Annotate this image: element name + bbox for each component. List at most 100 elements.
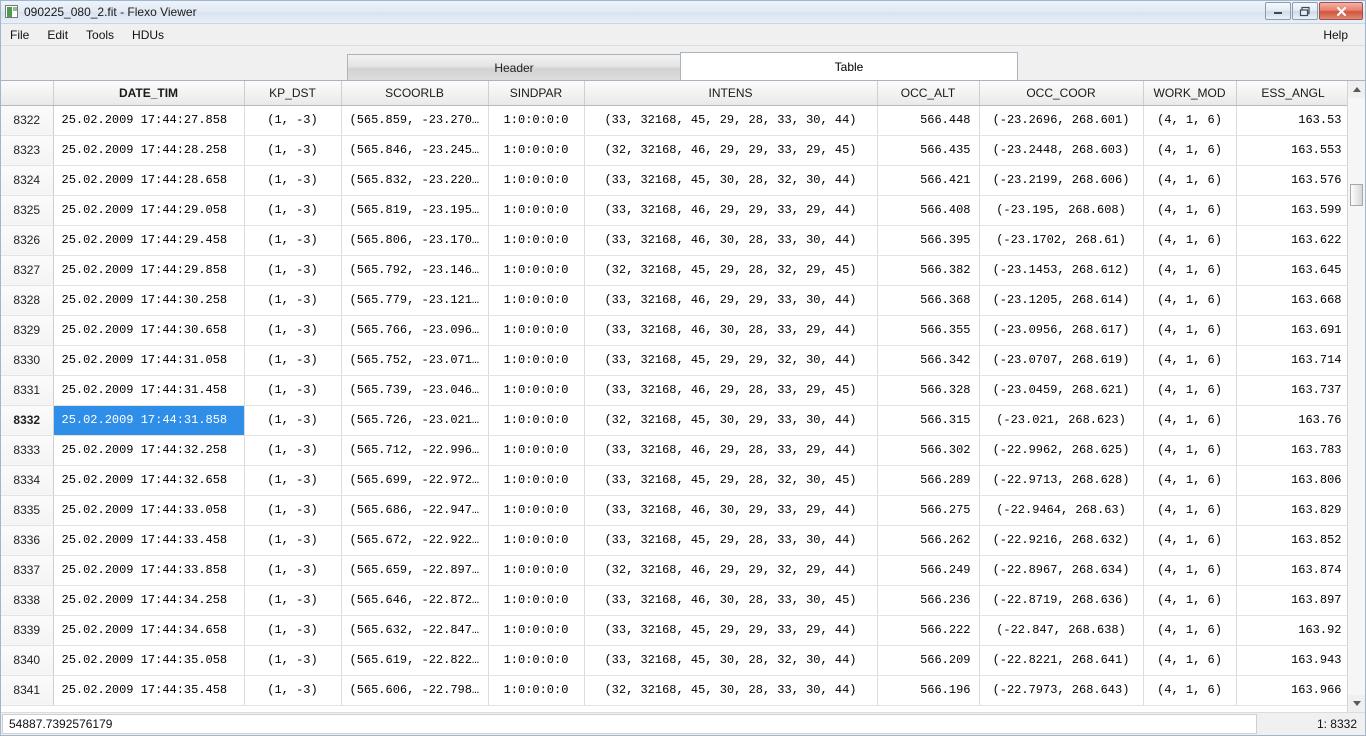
cell-occ_coor[interactable]: (-23.2696, 268.601) [979,105,1144,136]
cell-occ_alt[interactable]: 566.222 [877,615,980,646]
cell-ess_angl[interactable]: 163.829 [1236,495,1347,526]
cell-occ_alt[interactable]: 566.408 [877,195,980,226]
cell-occ_alt[interactable]: 566.262 [877,525,980,556]
cell-ess_angl[interactable]: 163.553 [1236,135,1347,166]
menu-item-help[interactable]: Help [1314,26,1357,44]
cell-scoorlb[interactable]: (565.806, -23.1709… [341,225,489,256]
column-header-rownum[interactable] [1,81,54,106]
row-number-cell[interactable]: 8327 [1,255,54,286]
cell-intens[interactable]: (33, 32168, 46, 30, 28, 33, 30, 44) [584,225,878,256]
cell-kp_dst[interactable]: (1, -3) [244,375,342,406]
cell-work_mod[interactable]: (4, 1, 6) [1143,555,1237,586]
cell-date_tim[interactable]: 25.02.2009 17:44:28.258 [53,135,245,166]
scrollbar-track[interactable] [1348,98,1365,695]
cell-kp_dst[interactable]: (1, -3) [244,165,342,196]
column-header-date_tim[interactable]: DATE_TIM [53,81,245,106]
cell-occ_coor[interactable]: (-22.847, 268.638) [979,615,1144,646]
cell-sindpar[interactable]: 1:0:0:0:0 [488,195,585,226]
cell-sindpar[interactable]: 1:0:0:0:0 [488,405,585,436]
cell-ess_angl[interactable]: 163.966 [1236,675,1347,706]
cell-work_mod[interactable]: (4, 1, 6) [1143,315,1237,346]
row-number-cell[interactable]: 8332 [1,405,54,436]
table-row[interactable]: 8340 25.02.2009 17:44:35.058 (1, -3) (565.6… [1,645,1347,676]
cell-work_mod[interactable]: (4, 1, 6) [1143,645,1237,676]
cell-date_tim[interactable]: 25.02.2009 17:44:27.858 [53,105,245,136]
cell-ess_angl[interactable]: 163.599 [1236,195,1347,226]
scrollbar-thumb[interactable] [1350,184,1363,206]
row-number-cell[interactable]: 8335 [1,495,54,526]
table-row[interactable]: 8337 25.02.2009 17:44:33.858 (1, -3) (565.6… [1,555,1347,586]
scroll-up-icon[interactable] [1348,81,1365,98]
row-number-cell[interactable]: 8330 [1,345,54,376]
cell-intens[interactable]: (33, 32168, 45, 29, 29, 33, 29, 44) [584,615,878,646]
cell-kp_dst[interactable]: (1, -3) [244,225,342,256]
table-row[interactable]: 8339 25.02.2009 17:44:34.658 (1, -3) (565.6… [1,615,1347,646]
cell-intens[interactable]: (33, 32168, 46, 30, 28, 33, 29, 44) [584,315,878,346]
cell-occ_alt[interactable]: 566.302 [877,435,980,466]
cell-date_tim[interactable]: 25.02.2009 17:44:34.658 [53,615,245,646]
cell-date_tim[interactable]: 25.02.2009 17:44:29.058 [53,195,245,226]
cell-sindpar[interactable]: 1:0:0:0:0 [488,105,585,136]
cell-sindpar[interactable]: 1:0:0:0:0 [488,435,585,466]
cell-occ_alt[interactable]: 566.289 [877,465,980,496]
table-row[interactable]: 8322 25.02.2009 17:44:27.858 (1, -3) (565.8… [1,105,1347,136]
cell-occ_alt[interactable]: 566.209 [877,645,980,676]
cell-intens[interactable]: (32, 32168, 46, 29, 29, 33, 29, 45) [584,135,878,166]
menu-item-tools[interactable]: Tools [77,26,123,44]
cell-sindpar[interactable]: 1:0:0:0:0 [488,375,585,406]
table-row[interactable]: 8332 25.02.2009 17:44:31.858 (1, -3) (565.7… [1,405,1347,436]
cell-ess_angl[interactable]: 163.737 [1236,375,1347,406]
vertical-scrollbar[interactable] [1347,81,1365,712]
cell-scoorlb[interactable]: (565.859, -23.2704… [341,105,489,136]
row-number-cell[interactable]: 8331 [1,375,54,406]
cell-ess_angl[interactable]: 163.943 [1236,645,1347,676]
cell-scoorlb[interactable]: (565.726, -23.0218… [341,405,489,436]
cell-occ_coor[interactable]: (-22.9962, 268.625) [979,435,1144,466]
data-grid[interactable]: DATE_TIM KP_DST SCOORLB SINDPAR INTENS OCC_AL… [1,81,1347,712]
cell-occ_coor[interactable]: (-22.9464, 268.63) [979,495,1144,526]
cell-intens[interactable]: (32, 32168, 45, 29, 28, 32, 29, 45) [584,255,878,286]
cell-intens[interactable]: (33, 32168, 46, 29, 28, 33, 29, 44) [584,435,878,466]
cell-occ_coor[interactable]: (-22.8221, 268.641) [979,645,1144,676]
cell-date_tim[interactable]: 25.02.2009 17:44:35.458 [53,675,245,706]
cell-date_tim[interactable]: 25.02.2009 17:44:31.058 [53,345,245,376]
cell-intens[interactable]: (33, 32168, 45, 29, 28, 33, 30, 44) [584,525,878,556]
cell-intens[interactable]: (33, 32168, 45, 29, 28, 33, 30, 44) [584,105,878,136]
cell-date_tim[interactable]: 25.02.2009 17:44:30.658 [53,315,245,346]
column-header-kp_dst[interactable]: KP_DST [244,81,342,106]
cell-kp_dst[interactable]: (1, -3) [244,495,342,526]
cell-intens[interactable]: (33, 32168, 45, 29, 29, 32, 30, 44) [584,345,878,376]
tab-table[interactable]: Table [680,52,1018,80]
row-number-cell[interactable]: 8337 [1,555,54,586]
cell-work_mod[interactable]: (4, 1, 6) [1143,285,1237,316]
cell-occ_alt[interactable]: 566.342 [877,345,980,376]
cell-date_tim[interactable]: 25.02.2009 17:44:28.658 [53,165,245,196]
cell-date_tim[interactable]: 25.02.2009 17:44:33.458 [53,525,245,556]
table-row[interactable]: 8331 25.02.2009 17:44:31.458 (1, -3) (565.7… [1,375,1347,406]
cell-ess_angl[interactable]: 163.874 [1236,555,1347,586]
cell-scoorlb[interactable]: (565.752, -23.0715… [341,345,489,376]
cell-occ_coor[interactable]: (-23.195, 268.608) [979,195,1144,226]
table-row[interactable]: 8325 25.02.2009 17:44:29.058 (1, -3) (565.8… [1,195,1347,226]
cell-sindpar[interactable]: 1:0:0:0:0 [488,645,585,676]
row-number-cell[interactable]: 8341 [1,675,54,706]
cell-ess_angl[interactable]: 163.76 [1236,405,1347,436]
cell-ess_angl[interactable]: 163.897 [1236,585,1347,616]
cell-scoorlb[interactable]: (565.686, -22.9472… [341,495,489,526]
table-row[interactable]: 8324 25.02.2009 17:44:28.658 (1, -3) (565.8… [1,165,1347,196]
cell-intens[interactable]: (33, 32168, 45, 30, 28, 32, 30, 44) [584,165,878,196]
table-row[interactable]: 8328 25.02.2009 17:44:30.258 (1, -3) (565.7… [1,285,1347,316]
row-number-cell[interactable]: 8322 [1,105,54,136]
cell-intens[interactable]: (33, 32168, 45, 30, 28, 32, 30, 44) [584,645,878,676]
cell-scoorlb[interactable]: (565.672, -22.9223… [341,525,489,556]
cell-work_mod[interactable]: (4, 1, 6) [1143,225,1237,256]
cell-intens[interactable]: (32, 32168, 45, 30, 28, 33, 30, 44) [584,675,878,706]
cell-kp_dst[interactable]: (1, -3) [244,405,342,436]
cell-occ_alt[interactable]: 566.395 [877,225,980,256]
cell-work_mod[interactable]: (4, 1, 6) [1143,675,1237,706]
cell-occ_coor[interactable]: (-22.8719, 268.636) [979,585,1144,616]
cell-ess_angl[interactable]: 163.92 [1236,615,1347,646]
cell-scoorlb[interactable]: (565.699, -22.9721… [341,465,489,496]
row-number-cell[interactable]: 8336 [1,525,54,556]
table-row[interactable]: 8334 25.02.2009 17:44:32.658 (1, -3) (565.6… [1,465,1347,496]
